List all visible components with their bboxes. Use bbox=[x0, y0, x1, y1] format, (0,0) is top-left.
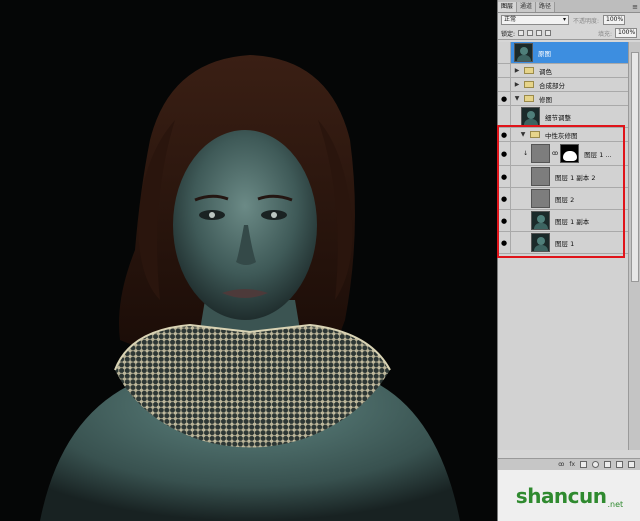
visibility-toggle[interactable] bbox=[498, 78, 511, 91]
visibility-toggle[interactable]: ● bbox=[498, 188, 511, 209]
layer-thumbnail bbox=[531, 189, 550, 208]
layer-group-row[interactable]: ▶ 合成部分 bbox=[498, 78, 628, 92]
visibility-toggle[interactable]: ● bbox=[498, 142, 511, 165]
layer-row[interactable]: ● 图层 1 副本 2 bbox=[498, 166, 628, 188]
portrait-photo bbox=[0, 0, 497, 521]
expand-arrow-icon[interactable]: ▶ bbox=[513, 67, 521, 74]
blend-mode-select[interactable]: 正常 ▾ bbox=[501, 15, 569, 25]
panel-tabs: 图层 通道 路径 ≡ bbox=[498, 0, 640, 13]
layer-name: 图层 2 bbox=[555, 195, 575, 204]
folder-icon bbox=[524, 81, 534, 88]
layer-name: 细节调整 bbox=[545, 113, 571, 122]
lock-all-icon[interactable] bbox=[545, 30, 552, 36]
eye-icon: ● bbox=[500, 194, 508, 203]
lock-pixels-icon[interactable] bbox=[527, 30, 534, 36]
visibility-toggle[interactable] bbox=[498, 106, 511, 127]
layer-name: 图层 1 副本 2 bbox=[555, 173, 596, 182]
layers-panel: 图层 通道 路径 ≡ 正常 ▾ 不透明度: 100% 锁定: 填充: 100% … bbox=[497, 0, 640, 521]
visibility-toggle[interactable]: ● bbox=[498, 128, 511, 141]
collapse-arrow-icon[interactable]: ▼ bbox=[519, 131, 527, 138]
watermark-logo: shancun .net bbox=[498, 470, 640, 521]
document-canvas[interactable] bbox=[0, 0, 497, 521]
eye-icon: ● bbox=[500, 130, 508, 139]
opacity-label: 不透明度: bbox=[573, 17, 600, 25]
layer-row[interactable]: ● 图层 2 bbox=[498, 188, 628, 210]
chevron-down-icon: ▾ bbox=[562, 16, 566, 23]
layer-row[interactable]: ● ↓ ꝏ 图层 1 ... bbox=[498, 142, 628, 166]
layer-name: 调色 bbox=[539, 67, 552, 76]
opacity-value: 100% bbox=[606, 16, 624, 23]
scrollbar-thumb[interactable] bbox=[631, 52, 639, 282]
tab-channels[interactable]: 通道 bbox=[517, 2, 537, 12]
clip-arrow-icon: ↓ bbox=[523, 150, 529, 157]
layer-group-row[interactable]: ▶ 调色 bbox=[498, 64, 628, 78]
blend-row: 正常 ▾ 不透明度: 100% bbox=[498, 13, 640, 27]
folder-icon bbox=[524, 95, 534, 102]
layer-thumbnail bbox=[514, 43, 533, 62]
collapse-arrow-icon[interactable]: ▼ bbox=[513, 95, 521, 102]
folder-icon bbox=[530, 131, 540, 138]
visibility-toggle[interactable]: ● bbox=[498, 92, 511, 105]
layer-row[interactable]: ● 图层 1 bbox=[498, 232, 628, 254]
layer-thumbnail bbox=[521, 107, 540, 126]
layer-mask-thumbnail[interactable] bbox=[560, 144, 580, 163]
visibility-toggle[interactable]: ● bbox=[498, 166, 511, 187]
layers-bottom-bar: ꝏ fx bbox=[498, 458, 640, 470]
visibility-toggle[interactable] bbox=[498, 42, 511, 63]
new-group-icon[interactable] bbox=[604, 461, 611, 468]
link-layers-icon[interactable]: ꝏ bbox=[558, 461, 564, 468]
lock-position-icon[interactable] bbox=[536, 30, 543, 36]
eye-icon: ● bbox=[500, 172, 508, 181]
lock-transparency-icon[interactable] bbox=[518, 30, 525, 36]
layer-row[interactable]: 细节调整 bbox=[498, 106, 628, 128]
layer-name: 合成部分 bbox=[539, 81, 565, 90]
eye-icon: ● bbox=[500, 149, 508, 158]
panel-menu-icon[interactable]: ≡ bbox=[630, 2, 640, 12]
eye-icon: ● bbox=[500, 216, 508, 225]
layer-style-icon[interactable]: fx bbox=[569, 461, 575, 468]
eye-icon: ● bbox=[500, 238, 508, 247]
layer-name: 中性灰修图 bbox=[545, 131, 578, 140]
chain-link-icon[interactable]: ꝏ bbox=[552, 150, 558, 157]
layer-group-row[interactable]: ● ▼ 中性灰修图 bbox=[498, 128, 628, 142]
layer-name: 修图 bbox=[539, 95, 552, 104]
logo-suffix: .net bbox=[607, 500, 624, 509]
fill-value: 100% bbox=[618, 29, 636, 36]
expand-arrow-icon[interactable]: ▶ bbox=[513, 81, 521, 88]
tab-paths[interactable]: 路径 bbox=[536, 2, 556, 12]
layer-name: 原图 bbox=[538, 49, 551, 58]
new-layer-icon[interactable] bbox=[616, 461, 623, 468]
layer-group-row[interactable]: ● ▼ 修图 bbox=[498, 92, 628, 106]
layer-list-scrollbar[interactable] bbox=[628, 42, 640, 450]
lock-row: 锁定: 填充: 100% bbox=[498, 27, 640, 40]
add-mask-icon[interactable] bbox=[580, 461, 587, 468]
layer-thumbnail bbox=[531, 167, 550, 186]
eye-icon: ● bbox=[500, 94, 508, 103]
layer-name: 图层 1 ... bbox=[584, 150, 612, 159]
logo-text: shancun bbox=[515, 483, 607, 508]
folder-icon bbox=[524, 67, 534, 74]
layer-row[interactable]: ● 图层 1 副本 bbox=[498, 210, 628, 232]
fill-label: 填充: bbox=[597, 30, 612, 38]
layer-thumbnail bbox=[531, 211, 550, 230]
tab-layers[interactable]: 图层 bbox=[498, 2, 518, 12]
lock-label: 锁定: bbox=[501, 30, 516, 38]
visibility-toggle[interactable]: ● bbox=[498, 210, 511, 231]
trash-icon[interactable] bbox=[628, 461, 635, 468]
layer-thumbnail bbox=[531, 233, 550, 252]
visibility-toggle[interactable]: ● bbox=[498, 232, 511, 253]
blend-mode-value: 正常 bbox=[504, 16, 517, 23]
adjustment-layer-icon[interactable] bbox=[592, 461, 599, 468]
layer-row[interactable]: 原图 bbox=[498, 42, 628, 64]
opacity-field[interactable]: 100% bbox=[603, 15, 626, 25]
layer-name: 图层 1 bbox=[555, 239, 575, 248]
visibility-toggle[interactable] bbox=[498, 64, 511, 77]
layer-name: 图层 1 副本 bbox=[555, 217, 590, 226]
fill-field[interactable]: 100% bbox=[615, 28, 637, 38]
layer-thumbnail bbox=[531, 144, 551, 163]
layer-list: 原图 ▶ 调色 ▶ 合成部分 ● ▼ 修图 细节调整 ● ▼ 中性灰修图 ● ↓… bbox=[498, 42, 640, 450]
